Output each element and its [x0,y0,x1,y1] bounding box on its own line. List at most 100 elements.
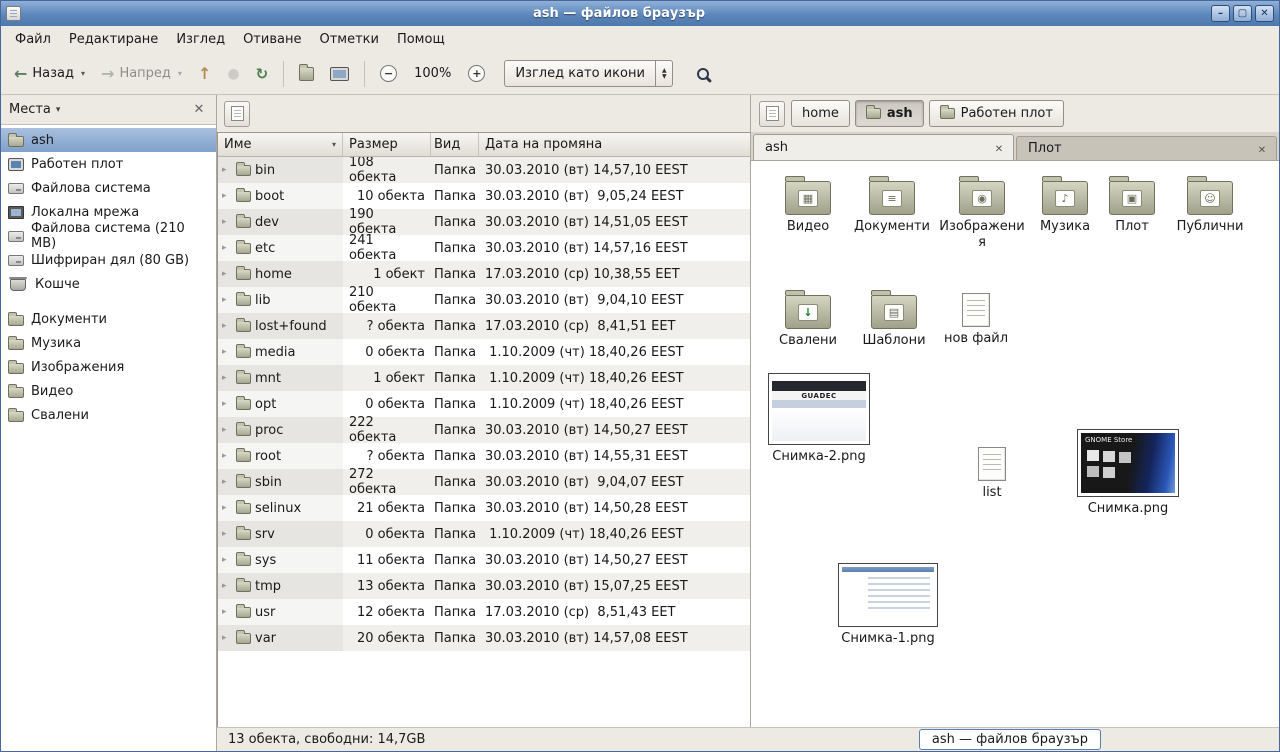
back-button[interactable]: ← Назад ▾ [7,60,92,87]
expander-icon[interactable]: ▸ [222,451,232,461]
sort-indicator-icon[interactable]: ▾ [332,140,336,149]
menu-item[interactable]: Файл [6,28,60,51]
back-dropdown-icon[interactable]: ▾ [81,69,85,78]
icon-item[interactable]: GNOME Store Снимка.png [1073,429,1183,517]
expander-icon[interactable]: ▸ [222,477,232,487]
view-mode-select[interactable]: Изглед като икони ▲▼ [504,60,673,87]
file-row[interactable]: ▸ tmp 13 обекта Папка 30.03.2010 (вт) 15… [218,573,750,599]
file-row[interactable]: ▸ boot 10 обекта Папка 30.03.2010 (вт) 9… [218,183,750,209]
sidebar-item[interactable]: Файлова система [1,176,216,200]
icon-item[interactable]: Видео [765,175,851,235]
minimize-button[interactable] [1211,5,1230,22]
home-button[interactable] [292,61,321,87]
icon-item[interactable]: Свалени [765,289,851,349]
sidebar-item[interactable]: Документи [1,307,216,331]
column-header-type[interactable]: Вид [431,133,479,156]
sidebar-item[interactable]: ash [1,128,216,152]
icon-item[interactable]: Снимка-1.png [833,563,943,647]
sidebar-item[interactable]: Работен плот [1,152,216,176]
expander-icon[interactable]: ▸ [222,321,232,331]
file-row[interactable]: ▸ opt 0 обекта Папка 1.10.2009 (чт) 18,4… [218,391,750,417]
zoom-in-button[interactable]: + [461,59,492,88]
file-row[interactable]: ▸ dev 190 обекта Папка 30.03.2010 (вт) 1… [218,209,750,235]
maximize-button[interactable] [1233,5,1252,22]
column-header-size[interactable]: Размер [343,133,431,156]
file-row[interactable]: ▸ root ? обекта Папка 30.03.2010 (вт) 14… [218,443,750,469]
expander-icon[interactable]: ▸ [222,269,232,279]
icon-item[interactable]: Документи [849,175,935,235]
icon-item[interactable]: Плот [1099,175,1165,235]
sidebar-item[interactable]: Музика [1,331,216,355]
file-row[interactable]: ▸ media 0 обекта Папка 1.10.2009 (чт) 18… [218,339,750,365]
taskbar-window-button[interactable]: ash — файлов браузър [919,729,1101,750]
file-row[interactable]: ▸ proc 222 обекта Папка 30.03.2010 (вт) … [218,417,750,443]
notes-pane-button[interactable] [224,101,250,127]
expander-icon[interactable]: ▸ [222,555,232,565]
file-row[interactable]: ▸ bin 108 обекта Папка 30.03.2010 (вт) 1… [218,157,750,183]
chevron-down-icon[interactable]: ▾ [56,105,61,115]
up-button[interactable]: ↑ [191,61,218,87]
sidebar-title[interactable]: Места [9,102,51,117]
reload-button[interactable]: ↻ [249,61,276,87]
file-row[interactable]: ▸ srv 0 обекта Папка 1.10.2009 (чт) 18,4… [218,521,750,547]
expander-icon[interactable]: ▸ [222,399,232,409]
sidebar-close-icon[interactable]: ✕ [190,102,208,117]
tab[interactable]: Плот [1016,136,1277,160]
expander-icon[interactable]: ▸ [222,165,232,175]
icon-item[interactable]: Изображения [939,175,1025,250]
file-row[interactable]: ▸ selinux 21 обекта Папка 30.03.2010 (вт… [218,495,750,521]
menu-item[interactable]: Отметки [310,28,387,51]
file-row[interactable]: ▸ sys 11 обекта Папка 30.03.2010 (вт) 14… [218,547,750,573]
expander-icon[interactable]: ▸ [222,425,232,435]
menu-item[interactable]: Редактиране [60,28,167,51]
file-row[interactable]: ▸ sbin 272 обекта Папка 30.03.2010 (вт) … [218,469,750,495]
expander-icon[interactable]: ▸ [222,503,232,513]
menu-item[interactable]: Помощ [388,28,454,51]
zoom-out-button[interactable]: − [373,59,404,88]
search-button[interactable] [687,60,719,88]
close-button[interactable] [1255,5,1274,22]
icon-item[interactable]: нов файл [933,289,1019,347]
file-row[interactable]: ▸ home 1 обект Папка 17.03.2010 (ср) 10,… [218,261,750,287]
icon-item[interactable]: Публични [1167,175,1253,235]
icon-item[interactable]: list [949,443,1035,501]
tab-close-icon[interactable] [991,141,1007,155]
file-row[interactable]: ▸ lost+found ? обекта Папка 17.03.2010 (… [218,313,750,339]
file-row[interactable]: ▸ etc 241 обекта Папка 30.03.2010 (вт) 1… [218,235,750,261]
file-row[interactable]: ▸ var 20 обекта Папка 30.03.2010 (вт) 14… [218,625,750,651]
file-row[interactable]: ▸ usr 12 обекта Папка 17.03.2010 (ср) 8,… [218,599,750,625]
icon-item[interactable]: GUADEC Снимка-2.png [765,373,873,465]
tab-close-icon[interactable] [1254,142,1270,156]
sidebar-item[interactable]: Изображения [1,355,216,379]
expander-icon[interactable]: ▸ [222,633,232,643]
combo-arrows-icon[interactable]: ▲▼ [655,61,672,86]
expander-icon[interactable]: ▸ [222,243,232,253]
expander-icon[interactable]: ▸ [222,191,232,201]
file-row[interactable]: ▸ lib 210 обекта Папка 30.03.2010 (вт) 9… [218,287,750,313]
column-header-name[interactable]: Име ▾ [218,133,343,156]
tab[interactable]: ash [753,134,1014,160]
icon-item[interactable]: Музика [1029,175,1101,235]
path-button[interactable]: home [791,100,850,127]
column-header-date[interactable]: Дата на промяна [479,133,750,156]
stop-button[interactable]: ● [220,61,246,87]
expander-icon[interactable]: ▸ [222,581,232,591]
sidebar-item[interactable]: Кошче [1,272,216,296]
expander-icon[interactable]: ▸ [222,373,232,383]
computer-button[interactable] [323,61,356,87]
pathbar-scroll-button[interactable] [759,101,785,127]
menu-item[interactable]: Изглед [167,28,234,51]
expander-icon[interactable]: ▸ [222,295,232,305]
sidebar-item[interactable]: Файлова система (210 MB) [1,224,216,248]
sidebar-item[interactable]: Видео [1,379,216,403]
expander-icon[interactable]: ▸ [222,347,232,357]
expander-icon[interactable]: ▸ [222,607,232,617]
sidebar-item[interactable]: Свалени [1,403,216,427]
path-button[interactable]: ash [855,100,924,127]
path-button[interactable]: Работен плот [929,100,1064,127]
icon-item[interactable]: Шаблони [851,289,937,349]
expander-icon[interactable]: ▸ [222,217,232,227]
menu-item[interactable]: Отиване [234,28,310,51]
file-row[interactable]: ▸ mnt 1 обект Папка 1.10.2009 (чт) 18,40… [218,365,750,391]
forward-button[interactable]: → Напред ▾ [94,60,189,87]
